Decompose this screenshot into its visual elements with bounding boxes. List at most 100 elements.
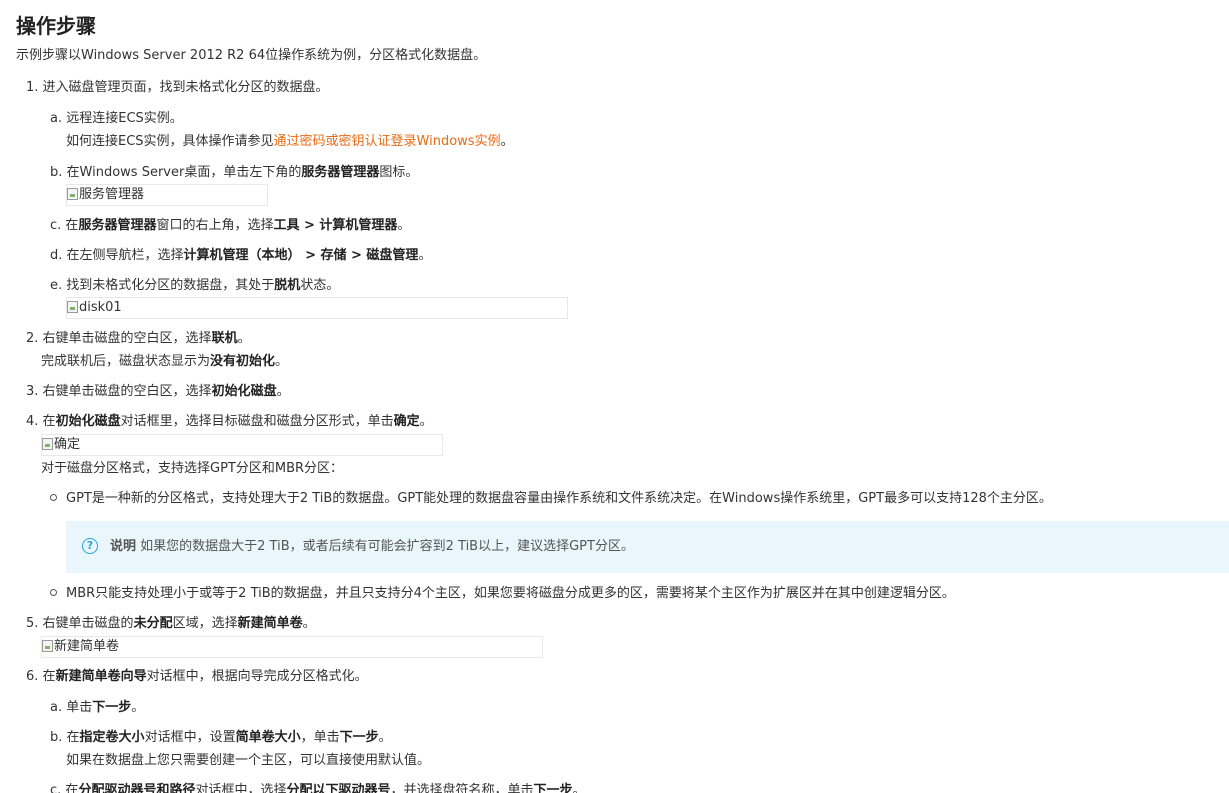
step-text: 右键单击磁盘的 [42,616,134,631]
step-number: 6. [26,669,39,684]
step-text: 在 [42,669,56,684]
gpt-description: GPT是一种新的分区格式，支持处理大于2 TiB的数据盘。GPT能处理的数据盘容… [66,491,1052,506]
image-confirm: 确定 [41,434,443,456]
step-5: 5. 右键单击磁盘的未分配区域，选择新建简单卷。 [26,615,316,633]
image-server-manager: 服务管理器 [66,184,268,206]
partition-format-intro: 对于磁盘分区格式，支持选择GPT分区和MBR分区： [41,461,344,476]
note-text: 说明 如果您的数据盘大于2 TiB，或者后续有可能会扩容到2 TiB以上，建议选… [110,538,634,556]
substep-bold-3: 下一步 [533,783,573,793]
step-number: 2. [26,331,39,346]
substep-bold: 指定卷大小 [79,730,145,745]
note-label: 说明 [110,539,137,554]
step-6b: b. 在指定卷大小对话框中，设置简单卷大小，单击下一步。 [50,729,392,747]
broken-image-icon [67,188,78,200]
detail-bold: 没有初始化 [210,354,276,369]
substep-number: d. [50,248,63,263]
broken-image-icon [67,301,78,313]
substep-number: c. [50,783,62,793]
substep-number: e. [50,278,63,293]
substep-bold-2: 简单卷大小 [235,730,301,745]
question-circle-icon: ? [82,538,98,554]
step-bold: 初始化磁盘 [211,384,277,399]
step-text-end: 对话框中，根据向导完成分区格式化。 [146,669,368,684]
step-bold: 联机 [211,331,238,346]
step-text-end: 。 [419,414,433,429]
step-1b: b. 在Windows Server桌面，单击左下角的服务器管理器图标。 [50,164,418,182]
step-1c: c. 在服务器管理器窗口的右上角，选择工具 > 计算机管理器。 [50,217,410,235]
substep-number: b. [50,165,63,180]
step-text-mid: 区域，选择 [172,616,238,631]
detail-text-end: 。 [500,134,514,149]
step-number: 3. [26,384,39,399]
step-bold-ok: 确定 [393,414,420,429]
step-6c: c. 在分配驱动器号和路径对话框中，选择分配以下驱动器号，并选择盘符名称，单击下… [50,782,586,793]
step-bold: 初始化磁盘 [55,414,121,429]
step-number: 1. [26,80,39,95]
step-number: 5. [26,616,39,631]
step-bold-new-volume: 新建简单卷 [237,616,303,631]
step-3: 3. 右键单击磁盘的空白区，选择初始化磁盘。 [26,383,290,401]
image-alt-text: 确定 [54,437,81,452]
substep-bold: 下一步 [92,700,132,715]
substep-text: 在Windows Server桌面，单击左下角的 [66,165,302,180]
substep-text-end: 。 [397,218,411,233]
step-6: 6. 在新建简单卷向导对话框中，根据向导完成分区格式化。 [26,668,368,686]
substep-bold: 服务器管理器 [78,218,157,233]
substep-text-end: 。 [418,248,432,263]
substep-text-mid: 窗口的右上角，选择 [156,218,274,233]
substep-text-end: 。 [572,783,586,793]
step-bold: 新建简单卷向导 [55,669,147,684]
substep-text-mid: 对话框中，设置 [144,730,236,745]
step-text-end: 。 [276,384,290,399]
substep-text-end: 。 [131,700,145,715]
step-6a: a. 单击下一步。 [50,699,144,717]
step-1a-detail: 如何连接ECS实例，具体操作请参见通过密码或密钥认证登录Windows实例。 [66,133,514,151]
step-2: 2. 右键单击磁盘的空白区，选择联机。 [26,330,251,348]
substep-text: 在 [65,783,79,793]
step-text-mid: 对话框里，选择目标磁盘和磁盘分区形式，单击 [120,414,394,429]
substep-bold: 脱机 [274,278,301,293]
login-windows-link[interactable]: 通过密码或密钥认证登录Windows实例 [274,134,501,149]
step-text: 在 [42,414,56,429]
document-page: 操作步骤 示例步骤以Windows Server 2012 R2 64位操作系统… [0,0,1229,793]
substep-text-mid-2: ，单击 [300,730,340,745]
substep-bold-2: 分配以下驱动器号 [286,783,391,793]
step-1e: e. 找到未格式化分区的数据盘，其处于脱机状态。 [50,277,339,295]
substep-text: 在左侧导航栏，选择 [66,248,184,263]
image-new-simple-volume: 新建简单卷 [41,636,543,658]
step-1d: d. 在左侧导航栏，选择计算机管理（本地） > 存储 > 磁盘管理。 [50,247,431,265]
step-text-end: 。 [237,331,251,346]
substep-text: 单击 [66,700,93,715]
image-alt-text: 服务管理器 [79,187,145,202]
substep-number: a. [50,111,63,126]
image-alt-text: 新建简单卷 [54,639,120,654]
mbr-description: MBR只能支持处理小于或等于2 TiB的数据盘，并且只支持分4个主区，如果您要将… [66,586,955,601]
substep-text-mid-2: ，并选择盘符名称，单击 [390,783,534,793]
detail-text-end: 。 [275,354,289,369]
substep-text-end: 状态。 [300,278,340,293]
step-4: 4. 在初始化磁盘对话框里，选择目标磁盘和磁盘分区形式，单击确定。 [26,413,433,431]
substep-bold-3: 下一步 [339,730,379,745]
note-content: 如果您的数据盘大于2 TiB，或者后续有可能会扩容到2 TiB以上，建议选择GP… [140,539,634,554]
step-text-end: 。 [302,616,316,631]
substep-text: 在 [65,218,79,233]
substep-text-end: 。 [378,730,392,745]
substep-text: 远程连接ECS实例。 [66,111,183,126]
step-bold: 未分配 [133,616,173,631]
intro-text: 示例步骤以Windows Server 2012 R2 64位操作系统为例，分区… [16,48,487,63]
image-disk01: disk01 [66,297,568,319]
step-1a: a. 远程连接ECS实例。 [50,110,183,128]
step-1: 1. 进入磁盘管理页面，找到未格式化分区的数据盘。 [26,79,329,97]
substep-text: 在 [66,730,80,745]
substep-bold-path: 计算机管理（本地） > 存储 > 磁盘管理 [183,248,419,263]
detail-text: 如何连接ECS实例，具体操作请参见 [66,134,274,149]
substep-number: c. [50,218,62,233]
substep-text: 找到未格式化分区的数据盘，其处于 [66,278,275,293]
bullet-icon [50,494,57,501]
step-2-detail: 完成联机后，磁盘状态显示为没有初始化。 [41,353,288,371]
bullet-icon [50,589,57,596]
broken-image-icon [42,640,53,652]
substep-text-end: 图标。 [379,165,419,180]
step-text: 右键单击磁盘的空白区，选择 [42,331,212,346]
substep-text-mid: 对话框中，选择 [195,783,287,793]
